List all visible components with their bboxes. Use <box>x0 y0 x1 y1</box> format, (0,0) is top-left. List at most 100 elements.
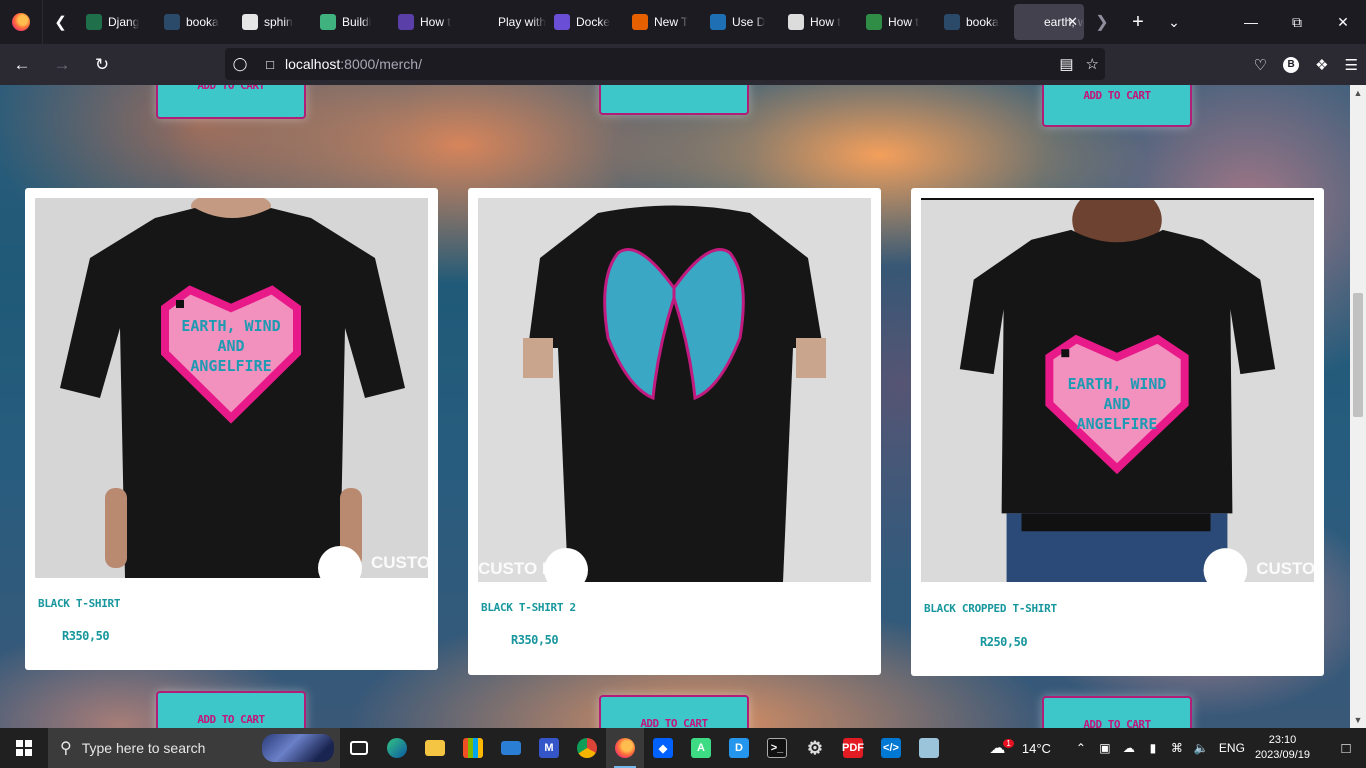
taskbar-search[interactable]: ⚲ Type here to search <box>48 728 340 768</box>
product-name[interactable]: BLACK T-SHIRT 2 <box>481 601 576 614</box>
settings-gear-icon[interactable]: ⚙ <box>796 728 834 768</box>
add-to-cart-button[interactable]: ADD TO CART <box>1042 85 1192 127</box>
file-explorer-icon[interactable] <box>416 728 454 768</box>
weather-widget[interactable]: ☁ 1 14°C <box>989 738 1051 758</box>
product-name[interactable]: BLACK T-SHIRT <box>38 597 121 610</box>
tab-10[interactable]: How t <box>858 4 936 40</box>
navigation-toolbar: ← → ↻ ◯ □ localhost:8000/merch/ ▤ ☆ ♡ B … <box>0 44 1366 85</box>
meet-now-icon[interactable]: ▣ <box>1093 741 1117 755</box>
tab-label: Use D <box>732 15 766 29</box>
watermark-text: CUSTO INK <box>478 559 572 578</box>
add-to-cart-button[interactable]: ADD TO CART <box>599 85 749 115</box>
scrollbar-thumb[interactable] <box>1353 293 1363 417</box>
add-to-cart-button[interactable]: ADD TO CART <box>1042 696 1192 728</box>
scroll-up-arrow-icon[interactable]: ▲ <box>1350 85 1366 101</box>
search-placeholder: Type here to search <box>81 740 206 756</box>
edge-icon[interactable] <box>378 728 416 768</box>
back-button[interactable]: ← <box>4 49 40 81</box>
firefox-taskbar-icon[interactable] <box>606 728 644 768</box>
product-price: R350,50 <box>511 633 559 647</box>
tab-3[interactable]: Buildi <box>312 4 390 40</box>
hamburger-menu-icon[interactable]: ☰ <box>1345 56 1358 74</box>
task-view-icon[interactable] <box>340 728 378 768</box>
clock[interactable]: 23:10 2023/09/19 <box>1255 733 1310 763</box>
page-icon <box>1022 14 1038 30</box>
close-tab-icon[interactable]: ✕ <box>1067 14 1078 30</box>
product-price: R250,50 <box>980 635 1028 649</box>
chevron-up-icon[interactable]: ⌃ <box>1069 741 1093 755</box>
bookmark-star-icon[interactable]: ☆ <box>1086 55 1099 73</box>
onedrive-icon[interactable]: ☁ <box>1117 741 1141 755</box>
wifi-icon[interactable]: ⌘ <box>1165 741 1189 755</box>
tab-9[interactable]: How t <box>780 4 858 40</box>
tab-1[interactable]: booka <box>156 4 234 40</box>
tab-scroll-left-button[interactable]: ❮ <box>42 0 78 44</box>
product-name[interactable]: BLACK CROPPED T-SHIRT <box>924 602 1057 615</box>
page-scrollbar[interactable]: ▲ ▼ <box>1350 85 1366 728</box>
list-all-tabs-button[interactable]: ⌄ <box>1156 0 1192 44</box>
tab-8[interactable]: Use D <box>702 4 780 40</box>
play-icon <box>320 14 336 30</box>
chrome-icon[interactable] <box>568 728 606 768</box>
tab-4[interactable]: How t <box>390 4 468 40</box>
globe-icon <box>164 14 180 30</box>
dropbox-icon[interactable]: ◆ <box>644 728 682 768</box>
heart-text-line-1: EARTH, WIND <box>1068 375 1167 393</box>
product-image[interactable]: EARTH, WIND AND ANGELFIRE CUSTO INK <box>921 198 1314 582</box>
edge-icon <box>710 14 726 30</box>
address-bar[interactable]: ◯ □ localhost:8000/merch/ ▤ ☆ <box>225 48 1105 80</box>
account-avatar[interactable]: B <box>1283 56 1300 73</box>
tab-label: booka <box>966 15 999 29</box>
docker-icon[interactable]: D <box>720 728 758 768</box>
microsoft-store-icon[interactable] <box>454 728 492 768</box>
tab-6[interactable]: Docke <box>546 4 624 40</box>
tab-7[interactable]: New T <box>624 4 702 40</box>
tshirt-front-image: EARTH, WIND AND ANGELFIRE CUSTO INK <box>35 198 428 578</box>
product-image[interactable]: EARTH, WIND AND ANGELFIRE CUSTO INK <box>35 198 428 578</box>
product-image[interactable]: CUSTO INK <box>478 198 871 582</box>
system-tray: ☁ 1 14°C ⌃ ▣ ☁ ▮ ⌘ 🔈 ENG 23:10 2023/09/1… <box>989 728 1366 768</box>
pocket-icon[interactable]: ♡ <box>1254 56 1267 74</box>
windows-taskbar: ⚲ Type here to search M ◆ A D >_ ⚙ PDF <… <box>0 728 1366 768</box>
language-indicator[interactable]: ENG <box>1219 741 1245 755</box>
notification-icon[interactable]: □ <box>1326 740 1366 757</box>
close-window-button[interactable]: ✕ <box>1320 0 1366 44</box>
sphinx-icon <box>242 14 258 30</box>
add-to-cart-button[interactable]: ADD TO CART <box>156 85 306 119</box>
tab-11[interactable]: booka <box>936 4 1014 40</box>
tab-12[interactable]: earth, w ✕ <box>1014 4 1084 40</box>
tab-scroll-right-button[interactable]: ❯ <box>1084 0 1120 44</box>
w-icon <box>86 14 102 30</box>
volume-icon[interactable]: 🔈 <box>1189 741 1213 755</box>
reader-view-icon[interactable]: ▤ <box>1059 55 1073 73</box>
clock-time: 23:10 <box>1268 734 1297 746</box>
tab-5[interactable]: Play with D <box>468 4 546 40</box>
extensions-icon[interactable]: ❖ <box>1315 56 1328 74</box>
minimize-button[interactable]: — <box>1228 0 1274 44</box>
page-info-icon[interactable]: □ <box>255 57 285 72</box>
add-to-cart-button[interactable]: ADD TO CART <box>599 695 749 728</box>
tab-label: Buildi <box>342 15 372 29</box>
firefox-menu-icon[interactable] <box>0 0 42 44</box>
notes-app-icon[interactable] <box>910 728 948 768</box>
scroll-down-arrow-icon[interactable]: ▼ <box>1350 712 1366 728</box>
reload-button[interactable]: ↻ <box>84 49 120 81</box>
tab-2[interactable]: sphin <box>234 4 312 40</box>
start-button[interactable] <box>0 728 48 768</box>
firefox-icon <box>632 14 648 30</box>
battery-icon[interactable]: ▮ <box>1141 741 1165 755</box>
heart-text-line-2: AND <box>217 337 244 355</box>
android-studio-icon[interactable]: A <box>682 728 720 768</box>
pdf-app-icon[interactable]: PDF <box>834 728 872 768</box>
restore-button[interactable]: ⧉ <box>1274 0 1320 44</box>
tab-0[interactable]: Djang <box>78 4 156 40</box>
mail-icon[interactable] <box>492 728 530 768</box>
terminal-icon[interactable]: >_ <box>758 728 796 768</box>
shield-icon[interactable]: ◯ <box>225 56 255 72</box>
forward-button[interactable]: → <box>44 49 80 81</box>
add-to-cart-button[interactable]: ADD TO CART <box>156 691 306 728</box>
tab-label: Docke <box>576 15 611 29</box>
vscode-icon[interactable]: </> <box>872 728 910 768</box>
new-tab-button[interactable]: + <box>1120 0 1156 44</box>
mail-app-icon[interactable]: M <box>530 728 568 768</box>
